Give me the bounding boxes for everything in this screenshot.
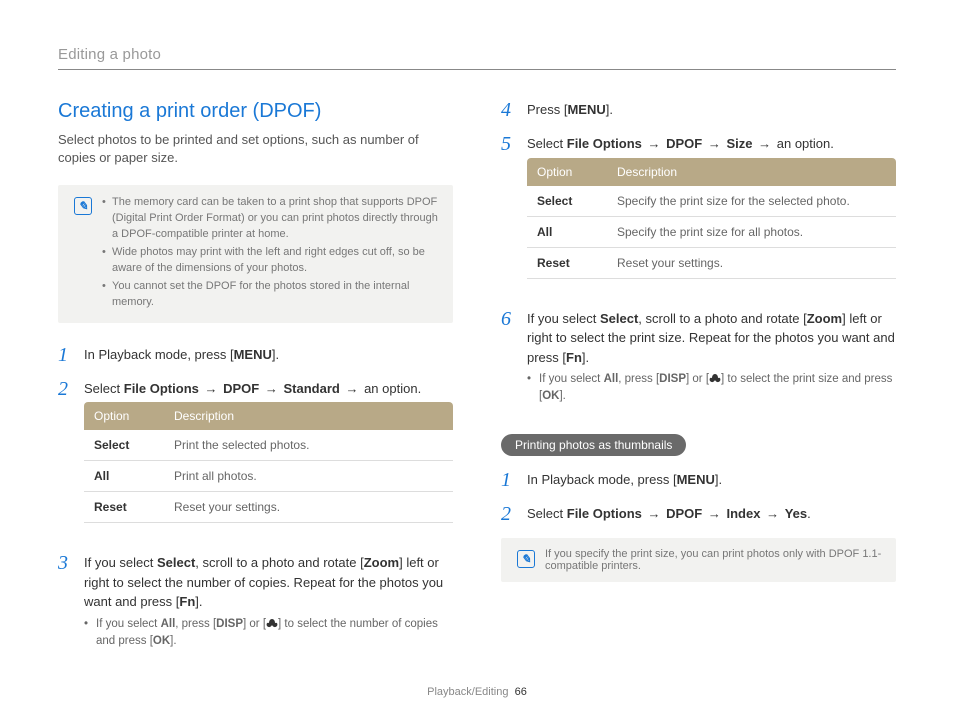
page-number: 66 — [515, 686, 527, 698]
footer-section: Playback/Editing — [427, 686, 508, 698]
step-number: 2 — [58, 379, 74, 540]
step-6: 6 If you select Select, scroll to a phot… — [501, 309, 896, 406]
left-column: Creating a print order (DPOF) Select pho… — [58, 100, 453, 664]
section-title: Creating a print order (DPOF) — [58, 100, 453, 123]
thumb-step-2: 2 Select File Options → DPOF → Index → Y… — [501, 504, 896, 524]
step-4: 4 Press [MENU]. — [501, 100, 896, 120]
right-column: 4 Press [MENU]. 5 Select File Options → … — [501, 100, 896, 664]
note-text: If you specify the print size, you can p… — [545, 548, 882, 572]
macro-icon — [709, 373, 721, 384]
step-3: 3 If you select Select, scroll to a phot… — [58, 553, 453, 650]
options-table-size: OptionDescription SelectSpecify the prin… — [527, 158, 896, 279]
options-table-standard: OptionDescription SelectPrint the select… — [84, 402, 453, 523]
step-number: 5 — [501, 134, 517, 295]
table-row: AllSpecify the print size for all photos… — [527, 216, 896, 247]
step-number: 3 — [58, 553, 74, 650]
thumb-step-1: 1 In Playback mode, press [MENU]. — [501, 470, 896, 490]
table-row: AllPrint all photos. — [84, 461, 453, 492]
info-note-2: ✎ If you specify the print size, you can… — [501, 538, 896, 582]
menu-key: MENU — [234, 347, 272, 362]
sub-bullet: If you select All, press [DISP] or [] to… — [527, 371, 896, 406]
note-item: You cannot set the DPOF for the photos s… — [102, 279, 439, 311]
subsection-pill: Printing photos as thumbnails — [501, 434, 686, 456]
step-number: 4 — [501, 100, 517, 120]
step-2: 2 Select File Options → DPOF → Standard … — [58, 379, 453, 540]
page-footer: Playback/Editing 66 — [0, 686, 954, 698]
note-icon: ✎ — [74, 197, 92, 215]
step-number: 1 — [58, 345, 74, 365]
table-row: ResetReset your settings. — [84, 492, 453, 523]
note-icon: ✎ — [517, 550, 535, 568]
note-item: Wide photos may print with the left and … — [102, 245, 439, 277]
page-header: Editing a photo — [58, 46, 896, 70]
step-number: 6 — [501, 309, 517, 406]
sub-bullet: If you select All, press [DISP] or [] to… — [84, 616, 453, 651]
step-number: 1 — [501, 470, 517, 490]
table-row: SelectSpecify the print size for the sel… — [527, 186, 896, 217]
table-row: SelectPrint the selected photos. — [84, 430, 453, 461]
note-item: The memory card can be taken to a print … — [102, 195, 439, 243]
step-1: 1 In Playback mode, press [MENU]. — [58, 345, 453, 365]
info-note: ✎ The memory card can be taken to a prin… — [58, 185, 453, 323]
step-5: 5 Select File Options → DPOF → Size → an… — [501, 134, 896, 295]
section-intro: Select photos to be printed and set opti… — [58, 131, 453, 167]
step-number: 2 — [501, 504, 517, 524]
macro-icon — [266, 618, 278, 629]
table-row: ResetReset your settings. — [527, 247, 896, 278]
